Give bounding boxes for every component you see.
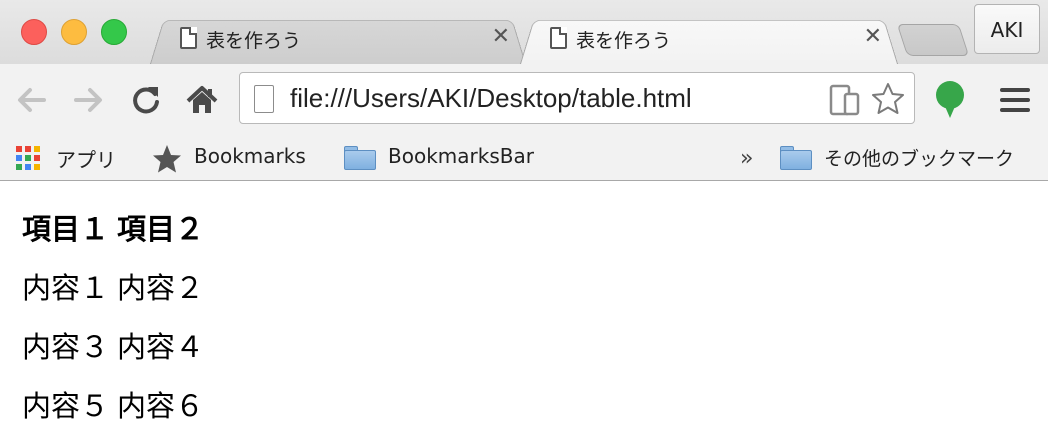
page-icon <box>180 27 197 49</box>
home-icon <box>186 86 218 113</box>
bookmark-label: BookmarksBar <box>388 144 534 168</box>
tab-close-icon[interactable]: ✕ <box>864 24 882 49</box>
table-header-cell: 項目１ <box>22 212 110 246</box>
table-header-row: 項目１ 項目２ <box>20 200 206 255</box>
star-icon <box>153 145 181 173</box>
table-cell: 内容１ <box>22 271 110 305</box>
page-icon <box>550 27 567 49</box>
extension-icon[interactable] <box>934 80 966 120</box>
table-cell: 内容３ <box>22 330 110 364</box>
folder-icon <box>780 146 812 170</box>
bookmark-label: その他のブックマーク <box>824 148 1015 170</box>
table-row: 内容１ 内容２ <box>20 259 206 314</box>
title-bar: 表を作ろう ✕ 表を作ろう ✕ AKI <box>0 0 1048 64</box>
tab-title: 表を作ろう <box>576 30 672 52</box>
apps-grid-icon <box>16 146 40 170</box>
home-button[interactable] <box>184 82 220 118</box>
tab-2[interactable]: 表を作ろう ✕ <box>520 14 898 64</box>
close-window-button[interactable] <box>21 19 47 45</box>
zoom-window-button[interactable] <box>101 19 127 45</box>
bookmark-bookmarksbar-folder[interactable]: BookmarksBar <box>344 142 554 176</box>
bookmark-label: Bookmarks <box>194 144 306 168</box>
tab-close-icon[interactable]: ✕ <box>492 24 510 49</box>
bookmarks-overflow-chevron-icon[interactable]: » <box>740 146 753 171</box>
bookmark-star-icon[interactable] <box>870 81 906 117</box>
table-cell: 内容２ <box>117 271 205 305</box>
reload-button[interactable] <box>128 82 164 118</box>
reload-icon <box>133 87 159 114</box>
new-tab-shape <box>896 24 970 56</box>
table-row: 内容３ 内容４ <box>20 318 206 373</box>
table-cell: 内容４ <box>117 330 205 364</box>
bookmark-apps[interactable]: アプリ <box>16 142 126 176</box>
bookmark-other-folder[interactable]: その他のブックマーク <box>780 142 1042 176</box>
device-mode-icon[interactable] <box>828 83 862 117</box>
back-arrow-icon <box>18 88 46 112</box>
bookmark-bookmarks[interactable]: Bookmarks <box>152 142 322 176</box>
forward-button[interactable] <box>70 82 106 118</box>
new-tab-button[interactable] <box>896 24 970 56</box>
table-header-cell: 項目２ <box>117 212 205 246</box>
url-input[interactable] <box>290 83 850 114</box>
tab-title: 表を作ろう <box>206 30 302 52</box>
address-bar[interactable] <box>239 72 915 124</box>
forward-arrow-icon <box>74 88 102 112</box>
table-row: 内容５ 内容６ <box>20 377 206 432</box>
toolbar <box>0 64 1048 134</box>
file-page-icon <box>254 85 274 113</box>
minimize-window-button[interactable] <box>61 19 87 45</box>
table-cell: 内容５ <box>22 389 110 423</box>
data-table: 項目１ 項目２ 内容１ 内容２ 内容３ 内容４ 内容５ 内容６ <box>16 196 210 436</box>
profile-button[interactable]: AKI <box>974 4 1040 54</box>
menu-icon[interactable] <box>1000 88 1030 118</box>
page-content: 項目１ 項目２ 内容１ 内容２ 内容３ 内容４ 内容５ 内容６ <box>16 196 210 436</box>
folder-icon <box>344 146 376 170</box>
bookmarks-bar: アプリ Bookmarks BookmarksBar » その他のブックマーク <box>0 134 1048 181</box>
back-button[interactable] <box>14 82 50 118</box>
tab-1[interactable]: 表を作ろう ✕ <box>150 14 526 64</box>
table-cell: 内容６ <box>117 389 205 423</box>
bookmark-label: アプリ <box>56 148 116 172</box>
